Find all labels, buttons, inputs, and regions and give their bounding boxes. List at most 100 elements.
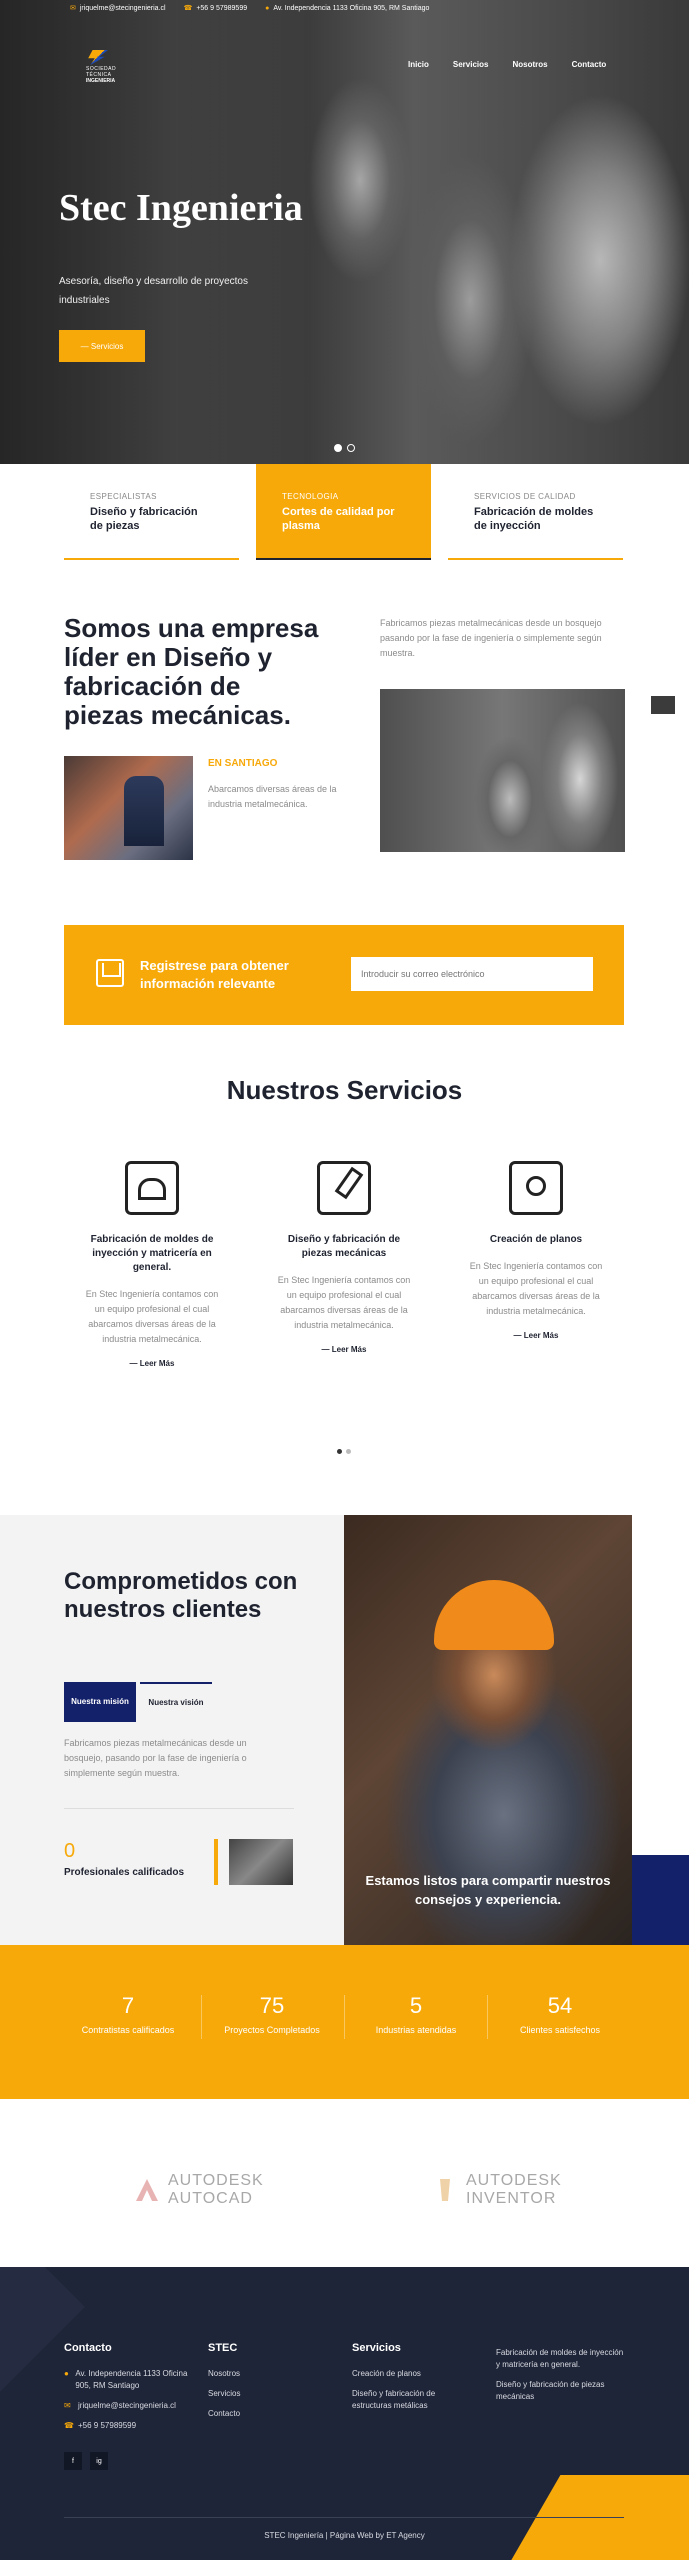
service-card-title: Diseño y fabricación de piezas mecánicas — [287, 1234, 401, 1259]
feature-tab-title: Fabricación de moldes de inyección — [474, 506, 594, 532]
footer-link[interactable]: Creación de planos — [352, 2368, 462, 2380]
stat-number: 54 — [547, 1993, 573, 2018]
footer-phone-text: +56 9 57989599 — [78, 2421, 137, 2430]
service-card-piezas[interactable]: Diseño y fabricación de piezas mecánicas… — [256, 1133, 432, 1378]
stat-industrias: 5 Industrias atendidas — [346, 1993, 486, 2035]
footer-address-text: Av. Independencia 1133 Oficina 905, RM S… — [75, 2369, 188, 2390]
read-more-link[interactable]: Leer Más — [274, 1345, 414, 1354]
hero-slider-dots — [334, 444, 355, 452]
feature-tab-tecnologia[interactable]: TECNOLOGIA Cortes de calidad por plasma — [256, 464, 431, 560]
footer-email[interactable]: ✉ jriquelme@stecingenieria.cl — [64, 2400, 194, 2412]
location-icon: ● — [265, 4, 270, 12]
footer-contact: Contacto ● Av. Independencia 1133 Oficina… — [64, 2342, 194, 2440]
footer-heading: Servicios — [352, 2342, 401, 2354]
machinery-image — [380, 689, 625, 852]
nav-contacto[interactable]: Contacto — [572, 60, 607, 69]
slider-dot-1[interactable] — [334, 444, 342, 452]
feature-tab-kicker: ESPECIALISTAS — [90, 492, 157, 501]
topbar-address: ● Av. Independencia 1133 Oficina 905, RM … — [265, 5, 429, 12]
footer-services: Servicios Creación de planos Diseño y fa… — [352, 2342, 462, 2420]
site-logo[interactable]: SOCIEDAD TÉCNICA INGENIERIA — [86, 50, 142, 84]
hero-services-button[interactable]: — Servicios — [59, 330, 145, 362]
feature-tab-kicker: TECNOLOGIA — [282, 492, 339, 501]
inventor-i-icon — [440, 2179, 450, 2201]
stat-label: Industrias atendidas — [375, 2025, 457, 2035]
hero-section: ✉ jriquelme@stecingenieria.cl ☎ +56 9 5798… — [0, 0, 689, 464]
piston-icon — [317, 1161, 371, 1215]
social-links: f ig — [64, 2452, 108, 2470]
footer-link[interactable]: Nosotros — [208, 2368, 308, 2380]
nav-servicios[interactable]: Servicios — [453, 60, 489, 69]
footer: Contacto ● Av. Independencia 1133 Oficina… — [0, 2267, 689, 2560]
autocad-logo: AUTODESK AUTOCAD — [134, 2172, 264, 2208]
logo-line2: INGENIERIA — [86, 78, 116, 84]
inventor-logo: AUTODESK INVENTOR — [432, 2172, 562, 2208]
topbar-email[interactable]: ✉ jriquelme@stecingenieria.cl — [70, 4, 166, 13]
footer-divider — [64, 2517, 624, 2518]
subscribe-text: Registrese para obtener información rele… — [140, 958, 289, 991]
mail-icon: ✉ — [64, 2401, 71, 2410]
welder-image — [64, 756, 193, 860]
blueprint-icon — [509, 1161, 563, 1215]
feature-tabs: ESPECIALISTAS Diseño y fabricación de pi… — [64, 464, 624, 560]
hero-subtitle: Asesoría, diseño y desarrollo de proyect… — [59, 276, 248, 306]
commitment-text: Fabricamos piezas metalmecánicas desde u… — [64, 1738, 247, 1778]
tab-vision[interactable]: Nuestra visión — [140, 1682, 212, 1722]
topbar-email-text: jriquelme@stecingenieria.cl — [79, 4, 166, 12]
footer-link[interactable]: Diseño y fabricación de piezas mecánicas — [496, 2379, 626, 2403]
mold-press-icon — [125, 1161, 179, 1215]
logo-line1: SOCIEDAD TÉCNICA — [86, 66, 117, 78]
read-more-link[interactable]: Leer Más — [466, 1331, 606, 1340]
carousel-dot-1[interactable] — [337, 1449, 342, 1454]
stat-label: Contratistas calificados — [81, 2025, 175, 2035]
email-input[interactable] — [351, 957, 593, 991]
footer-link[interactable]: Contacto — [208, 2408, 308, 2420]
nav-nosotros[interactable]: Nosotros — [512, 60, 547, 69]
read-more-link[interactable]: Leer Más — [82, 1359, 222, 1368]
about-title: Somos una empresa líder en Diseño y fabr… — [64, 613, 319, 730]
services-title: Nuestros Servicios — [226, 1075, 463, 1105]
feature-tab-kicker: SERVICIOS DE CALIDAD — [474, 492, 576, 501]
service-card-title: Fabricación de moldes de inyección y mat… — [90, 1234, 214, 1273]
feature-tab-especialistas[interactable]: ESPECIALISTAS Diseño y fabricación de pi… — [64, 464, 239, 560]
about-text: Fabricamos piezas metalmecánicas desde u… — [380, 618, 602, 658]
logo-bolt-icon — [88, 50, 108, 65]
stats-section: 7 Contratistas calificados 75 Proyectos … — [0, 1945, 689, 2099]
workshop-thumbnail — [229, 1839, 293, 1885]
location-icon: ● — [64, 2369, 69, 2378]
facebook-icon[interactable]: f — [64, 2452, 82, 2470]
stat-clientes: 54 Clientes satisfechos — [490, 1993, 630, 2035]
feature-tab-calidad[interactable]: SERVICIOS DE CALIDAD Fabricación de mold… — [448, 464, 623, 560]
footer-stec: STEC Nosotros Servicios Contacto — [208, 2342, 308, 2428]
stat-divider — [487, 1995, 488, 2039]
footer-link[interactable]: Servicios — [208, 2388, 308, 2400]
instagram-icon[interactable]: ig — [90, 2452, 108, 2470]
footer-heading: Contacto — [64, 2342, 112, 2354]
footer-phone[interactable]: ☎ +56 9 57989599 — [64, 2420, 194, 2432]
worker-caption: Estamos listos para compartir nuestros c… — [365, 1873, 611, 1907]
logo-brand: AUTODESK — [466, 2172, 562, 2189]
side-scroll-button[interactable] — [651, 696, 675, 714]
footer-heading: STEC — [208, 2342, 238, 2354]
slider-dot-2[interactable] — [347, 444, 355, 452]
footer-link[interactable]: Diseño y fabricación de estructuras metá… — [352, 2388, 462, 2412]
decorative-block — [632, 1855, 689, 1945]
service-card-moldes[interactable]: Fabricación de moldes de inyección y mat… — [64, 1133, 240, 1392]
subscribe-banner: Registrese para obtener información rele… — [64, 925, 624, 1025]
service-card-text: En Stec Ingeniería contamos con un equip… — [469, 1261, 603, 1316]
stat-number: 75 — [259, 1993, 285, 2018]
stat-number: 7 — [121, 1993, 135, 2018]
stat-divider — [344, 1995, 345, 2039]
topbar-phone[interactable]: ☎ +56 9 57989599 — [184, 4, 248, 13]
worker-image: Estamos listos para compartir nuestros c… — [344, 1515, 632, 1945]
tab-mission[interactable]: Nuestra misión — [64, 1682, 136, 1722]
professionals-count: 0 — [64, 1840, 76, 1862]
newsletter-envelope-icon — [96, 959, 124, 987]
service-card-text: En Stec Ingeniería contamos con un equip… — [277, 1275, 411, 1330]
footer-link[interactable]: Fabricación de moldes de inyección y mat… — [496, 2347, 626, 2371]
accent-bar — [214, 1839, 218, 1885]
carousel-dot-2[interactable] — [346, 1449, 351, 1454]
service-card-planos[interactable]: Creación de planos En Stec Ingeniería co… — [448, 1133, 624, 1364]
main-nav: Inicio Servicios Nosotros Contacto — [408, 60, 606, 69]
nav-inicio[interactable]: Inicio — [408, 60, 429, 69]
